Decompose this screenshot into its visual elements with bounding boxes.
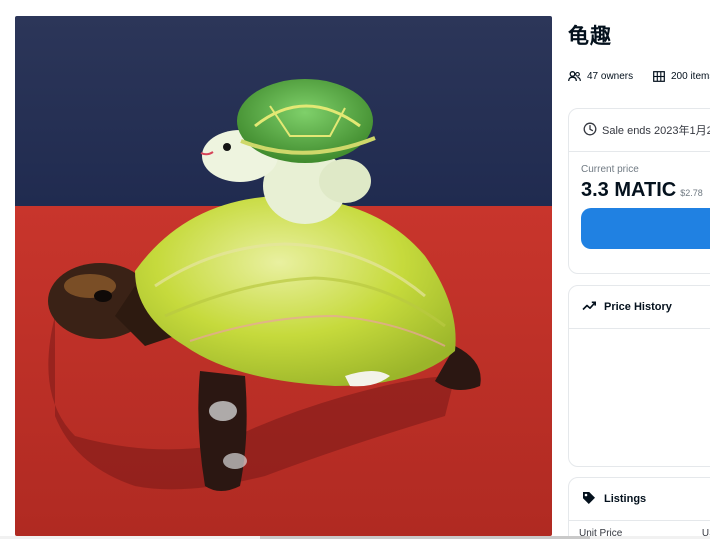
items-stat[interactable]: 200 items xyxy=(653,71,710,82)
listings-label: Listings xyxy=(604,493,647,505)
owners-stat[interactable]: 47 owners xyxy=(568,71,633,82)
price-usd: $2.78 xyxy=(680,188,703,198)
current-price-label: Current price xyxy=(581,164,639,175)
sale-card: Sale ends 2023年1月2 Current price 3.3 MAT… xyxy=(568,108,710,274)
people-icon xyxy=(568,71,581,82)
grid-icon xyxy=(653,71,665,82)
item-title: 龟趣 xyxy=(568,25,612,48)
item-details-panel: 龟趣 47 owners 200 item s xyxy=(568,0,710,539)
buy-now-button[interactable] xyxy=(581,208,710,249)
listings-header[interactable]: Listings xyxy=(569,478,710,521)
price-history-header[interactable]: Price History xyxy=(569,286,710,329)
sale-end-row: Sale ends 2023年1月2 xyxy=(569,109,710,152)
tag-icon xyxy=(582,491,596,508)
items-count: 200 items xyxy=(671,71,710,82)
nft-artwork-image[interactable] xyxy=(15,16,552,536)
listings-card: Listings Unit Price USD xyxy=(568,477,710,539)
owners-count: 47 owners xyxy=(587,71,634,82)
sale-end-text: Sale ends 2023年1月2 xyxy=(602,125,710,137)
price-history-card: Price History xyxy=(568,285,710,467)
price-history-label: Price History xyxy=(604,301,672,313)
trending-icon xyxy=(582,301,596,314)
current-price: 3.3 MATIC xyxy=(581,179,677,201)
clock-icon xyxy=(583,122,597,139)
